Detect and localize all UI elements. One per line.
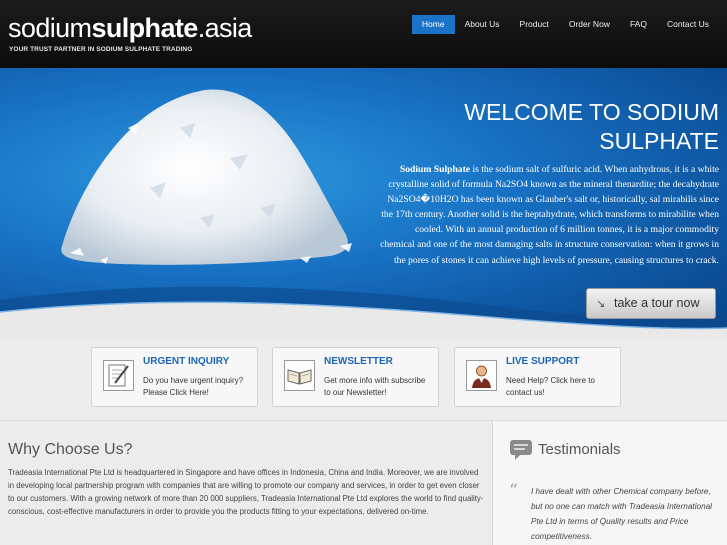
hero-text-body: is the sodium salt of sulfuric acid. Whe… (380, 164, 719, 266)
live-support-box[interactable]: LIVE SUPPORT Need Help? Click here to co… (454, 347, 621, 407)
live-support-title: LIVE SUPPORT (506, 356, 580, 367)
why-choose-us-text: Tradeasia International Pte Ltd is headq… (8, 468, 484, 516)
support-person-icon (466, 360, 497, 391)
nav-product[interactable]: Product (510, 15, 559, 34)
tagline: YOUR TRUST PARTNER IN SODIUM SULPHATE TR… (9, 46, 193, 53)
hero-title-part2: SODIUM (627, 99, 719, 125)
nav-faq[interactable]: FAQ (620, 15, 657, 34)
hero-description: Sodium Sulphate is the sodium salt of su… (379, 162, 719, 268)
logo-bold: sulphate (91, 13, 198, 43)
site-logo[interactable]: sodiumsulphate.asia (8, 13, 252, 43)
nav-contact-us[interactable]: Contact Us (657, 15, 719, 34)
why-choose-us-heading: Why Choose Us? (8, 441, 133, 458)
urgent-inquiry-title: URGENT INQUIRY (143, 356, 230, 367)
hero-title: WELCOME TO SODIUM SULPHATE (389, 98, 719, 156)
quote-mark-icon: “ (509, 481, 518, 501)
live-support-desc: Need Help? Click here to contact us! (506, 376, 595, 397)
hero-title-line2: SULPHATE (599, 128, 719, 154)
testimonials-section: Testimonials “ I have dealt with other C… (492, 420, 727, 545)
newsletter-title: NEWSLETTER (324, 356, 393, 367)
feature-boxes: URGENT INQUIRY Do you have urgent inquir… (0, 340, 727, 420)
newsletter-desc: Get more info with subscribe to our News… (324, 376, 426, 397)
take-tour-button[interactable]: ↘ take a tour now (586, 288, 716, 319)
hero-title-part1: WELCOME TO (464, 99, 627, 125)
nav-about-us[interactable]: About Us (455, 15, 510, 34)
open-book-icon (284, 360, 315, 391)
nav-order-now[interactable]: Order Now (559, 15, 620, 34)
why-choose-us-section: Why Choose Us? Tradeasia International P… (0, 420, 492, 545)
testimonials-heading: Testimonials (538, 441, 621, 458)
hero-text-bold: Sodium Sulphate (399, 164, 471, 175)
site-header: sodiumsulphate.asia YOUR TRUST PARTNER I… (0, 0, 727, 68)
speech-bubble-icon (510, 440, 532, 460)
arrow-down-right-icon: ↘ (596, 298, 606, 310)
main-nav: Home About Us Product Order Now FAQ Cont… (411, 15, 719, 34)
logo-suffix: .asia (197, 13, 253, 43)
urgent-inquiry-box[interactable]: URGENT INQUIRY Do you have urgent inquir… (91, 347, 258, 407)
hero-banner: WELCOME TO SODIUM SULPHATE Sodium Sulpha… (0, 68, 727, 340)
testimonial-quote: I have dealt with other Chemical company… (531, 487, 712, 541)
nav-home[interactable]: Home (411, 15, 455, 34)
pen-paper-icon (103, 360, 134, 391)
urgent-inquiry-desc: Do you have urgent inquiry? Please Click… (143, 376, 244, 397)
logo-light: sodium (8, 13, 92, 43)
newsletter-box[interactable]: NEWSLETTER Get more info with subscribe … (272, 347, 439, 407)
take-tour-label: take a tour now (614, 296, 700, 310)
